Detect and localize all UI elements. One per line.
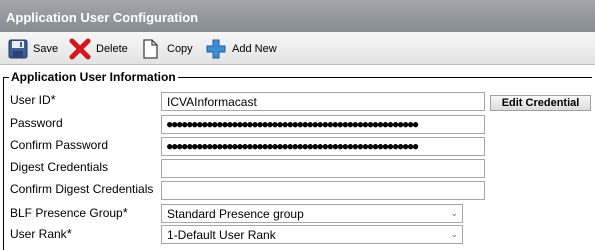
plus-icon	[205, 38, 227, 60]
required-marker: *	[50, 92, 56, 107]
user-rank-select[interactable]: 1-Default User Rank ⌄	[161, 225, 463, 244]
required-marker: *	[66, 226, 72, 241]
confirm-password-field[interactable]: ●●●●●●●●●●●●●●●●●●●●●●●●●●●●●●●●●●●●●●●●…	[161, 137, 485, 156]
digest-credentials-label: Digest Credentials	[10, 160, 109, 174]
user-rank-value: 1-Default User Rank	[167, 228, 276, 242]
section-title: Application User Information	[11, 70, 176, 84]
add-new-label: Add New	[232, 43, 277, 55]
blf-presence-group-select[interactable]: Standard Presence group ⌄	[161, 204, 463, 223]
confirm-password-label: Confirm Password	[10, 138, 109, 152]
confirm-digest-credentials-field[interactable]	[161, 181, 485, 200]
add-new-button[interactable]: Add New	[205, 38, 277, 60]
chevron-down-icon: ⌄	[450, 229, 458, 239]
password-label: Password	[10, 116, 63, 130]
chevron-down-icon: ⌄	[450, 208, 458, 218]
save-button[interactable]: Save	[8, 38, 58, 60]
toolbar: Save Delete Copy Add New	[0, 32, 595, 65]
edit-credential-button[interactable]: Edit Credential	[490, 95, 591, 111]
user-id-label: User ID*	[10, 92, 56, 107]
user-rank-label: User Rank*	[10, 226, 72, 241]
floppy-disk-icon	[8, 39, 28, 59]
confirm-digest-credentials-label: Confirm Digest Credentials	[10, 182, 154, 196]
copy-label: Copy	[167, 43, 193, 55]
blf-presence-group-label: BLF Presence Group*	[10, 205, 128, 220]
save-label: Save	[33, 43, 59, 55]
page-title: Application User Configuration	[0, 0, 595, 32]
delete-button[interactable]: Delete	[69, 38, 128, 60]
delete-label: Delete	[96, 43, 128, 55]
copy-icon	[142, 38, 162, 60]
user-id-field[interactable]: ICVAInformacast	[161, 92, 485, 111]
required-marker: *	[122, 205, 128, 220]
password-field[interactable]: ●●●●●●●●●●●●●●●●●●●●●●●●●●●●●●●●●●●●●●●●…	[161, 115, 485, 134]
red-x-icon	[69, 38, 91, 60]
digest-credentials-field[interactable]	[161, 159, 485, 178]
copy-button[interactable]: Copy	[142, 38, 193, 60]
blf-presence-group-value: Standard Presence group	[167, 207, 304, 221]
